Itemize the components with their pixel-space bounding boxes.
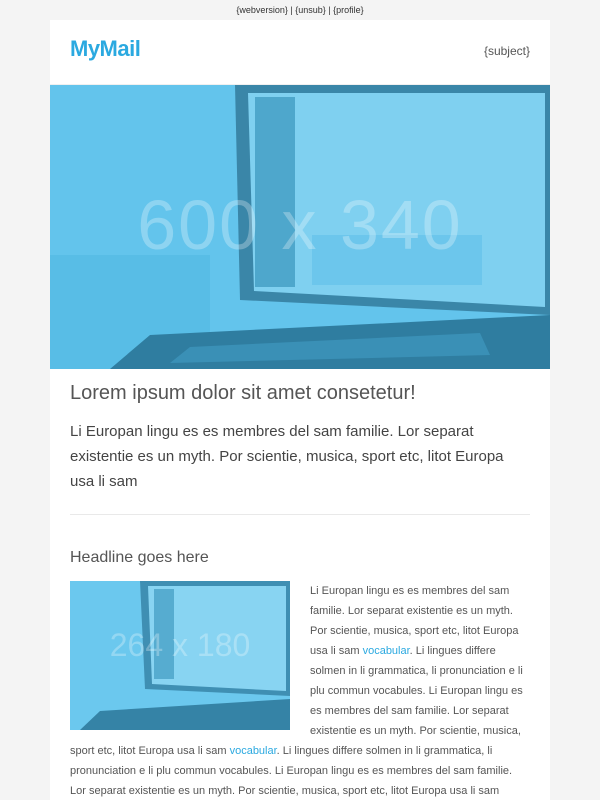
unsubscribe-link[interactable]: {unsub}	[295, 5, 326, 15]
vocabular-link[interactable]: vocabular	[363, 645, 410, 657]
hero-image[interactable]: 600 x 340	[50, 85, 550, 369]
section-image[interactable]: 264 x 180	[70, 581, 290, 730]
email-body: MyMail {subject} 600 x 340 Lorem ipsum d…	[50, 20, 550, 800]
section-content: 264 x 180 Li Europan lingu es es membres…	[50, 567, 550, 800]
hero-placeholder-label: 600 x 340	[137, 186, 463, 264]
vocabular-link[interactable]: vocabular	[230, 745, 277, 757]
profile-link[interactable]: {profile}	[333, 5, 364, 15]
thumb-placeholder-label: 264 x 180	[109, 627, 251, 663]
article-lead: Li Europan lingu es es membres del sam f…	[70, 423, 504, 490]
preheader-links: {webversion} | {unsub} | {profile}	[0, 0, 600, 20]
subject-placeholder: {subject}	[483, 44, 530, 58]
logo[interactable]: MyMail	[70, 36, 141, 62]
section-headline: Headline goes here	[70, 549, 209, 566]
article-title: Lorem ipsum dolor sit amet consetetur!	[70, 382, 416, 404]
email-header: MyMail {subject}	[50, 20, 550, 85]
webversion-link[interactable]: {webversion}	[236, 5, 288, 15]
